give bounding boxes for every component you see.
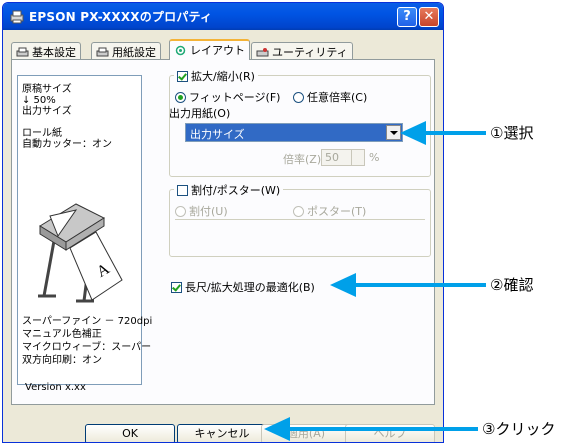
arrow-click-head — [264, 417, 290, 441]
callout-select: ①選択 — [490, 124, 534, 142]
tab-label: レイアウト — [190, 44, 245, 57]
callout-arrows — [264, 121, 486, 441]
arrow-select-head — [400, 121, 426, 145]
tab-layout[interactable]: レイアウト — [169, 39, 250, 60]
layout-tab-icon — [175, 45, 186, 56]
callout-confirm: ②確認 — [490, 276, 534, 294]
arrow-confirm-head — [330, 273, 356, 297]
callout-click: ③クリック — [482, 420, 556, 438]
